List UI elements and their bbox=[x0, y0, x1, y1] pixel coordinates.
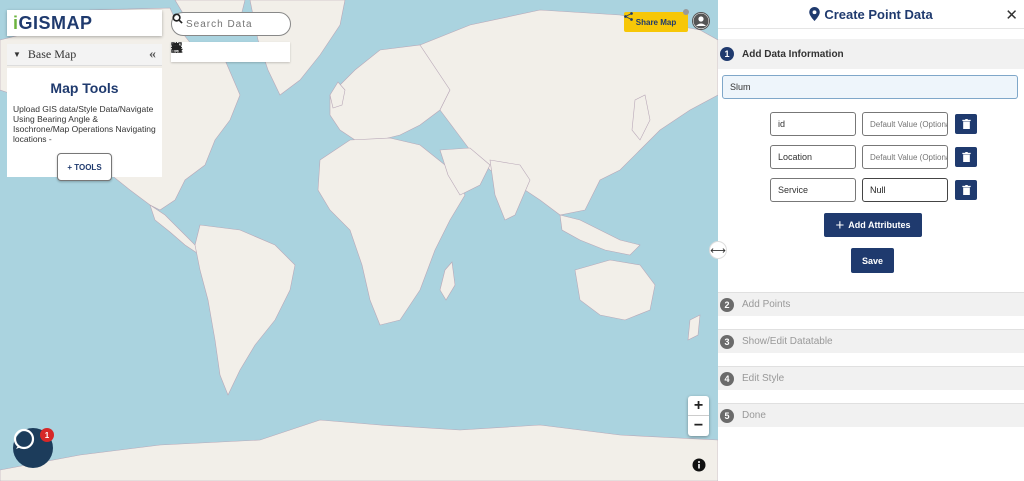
step-number: 3 bbox=[720, 334, 734, 349]
plus-icon: + bbox=[835, 216, 845, 234]
attribute-default-input[interactable] bbox=[862, 178, 948, 202]
step-number: 1 bbox=[720, 47, 734, 61]
collapse-sidebar-icon[interactable]: « bbox=[149, 47, 156, 63]
delete-attribute-button[interactable] bbox=[955, 147, 977, 167]
create-point-panel: Create Point Data ✕ 1 Add Data Informati… bbox=[718, 0, 1024, 481]
search-input[interactable] bbox=[186, 18, 270, 30]
panel-header: Create Point Data ✕ bbox=[718, 0, 1024, 29]
add-attributes-label: Add Attributes bbox=[848, 220, 911, 230]
attribute-row bbox=[770, 112, 977, 136]
trash-icon bbox=[961, 185, 971, 195]
step-label: Add Points bbox=[742, 299, 791, 310]
zoom-search-icon[interactable] bbox=[171, 42, 247, 59]
layers-icon[interactable] bbox=[171, 45, 287, 59]
measure-icon[interactable] bbox=[171, 44, 267, 59]
map-tools-title: Map Tools bbox=[50, 80, 119, 96]
map-tools-description: Upload GIS data/Style Data/Navigate Usin… bbox=[13, 104, 156, 144]
map-toolbar bbox=[171, 42, 290, 62]
attribute-default-input[interactable] bbox=[862, 145, 948, 169]
search-box[interactable] bbox=[171, 12, 291, 36]
share-map-button[interactable]: Share Map bbox=[624, 12, 688, 32]
attribute-row bbox=[770, 145, 977, 169]
step-label: Show/Edit Datatable bbox=[742, 336, 833, 347]
attribute-row bbox=[770, 178, 977, 202]
basemap-toggle[interactable]: ▼ Base Map « bbox=[7, 44, 162, 66]
fullscreen-icon[interactable] bbox=[171, 42, 208, 59]
zoom-in-button[interactable]: + bbox=[688, 396, 709, 416]
step-1-body: + Add Attributes Save bbox=[718, 69, 1024, 289]
print-icon[interactable] bbox=[171, 42, 228, 59]
attribute-name-input[interactable] bbox=[770, 145, 856, 169]
logo[interactable]: iGISMAP bbox=[7, 10, 162, 36]
layer-name-input[interactable] bbox=[722, 75, 1018, 99]
step-show-edit-datatable[interactable]: 3 Show/Edit Datatable bbox=[718, 329, 1024, 353]
save-button[interactable]: Save bbox=[851, 248, 894, 273]
zoom-out-button[interactable]: − bbox=[688, 416, 709, 436]
share-map-label: Share Map bbox=[635, 17, 677, 27]
step-label: Add Data Information bbox=[742, 48, 844, 60]
trash-icon bbox=[961, 152, 971, 162]
step-add-data-information[interactable]: 1 Add Data Information bbox=[718, 39, 1024, 69]
panel-resize-handle[interactable]: ⟷ bbox=[709, 241, 727, 259]
basemap-label: Base Map bbox=[27, 47, 77, 61]
tools-button[interactable]: + TOOLS bbox=[57, 153, 112, 181]
step-label: Done bbox=[742, 410, 766, 421]
chat-icon bbox=[13, 428, 35, 450]
step-number: 2 bbox=[720, 297, 734, 312]
notification-dot bbox=[683, 9, 689, 15]
map-tools-panel: Map Tools Upload GIS data/Style Data/Nav… bbox=[7, 68, 162, 181]
zoom-control: + − bbox=[688, 396, 709, 436]
add-attributes-button[interactable]: + Add Attributes bbox=[824, 213, 922, 237]
step-number: 5 bbox=[720, 408, 734, 423]
panel-title: Create Point Data bbox=[824, 6, 933, 22]
delete-attribute-button[interactable] bbox=[955, 180, 977, 200]
logo-text: GISMAP bbox=[18, 12, 93, 33]
step-number: 4 bbox=[720, 371, 734, 386]
step-label: Edit Style bbox=[742, 373, 785, 384]
caret-down-icon: ▼ bbox=[13, 50, 21, 59]
map-canvas[interactable]: iGISMAP ▼ Base Map « Map Tools Upload GI… bbox=[0, 0, 718, 481]
step-edit-style[interactable]: 4 Edit Style bbox=[718, 366, 1024, 390]
attribute-default-input[interactable] bbox=[862, 112, 948, 136]
trash-icon bbox=[961, 119, 971, 129]
chat-badge: 1 bbox=[40, 428, 54, 442]
info-icon[interactable] bbox=[692, 458, 706, 472]
map-pin-icon bbox=[809, 7, 821, 21]
step-add-points[interactable]: 2 Add Points bbox=[718, 292, 1024, 316]
delete-attribute-button[interactable] bbox=[955, 114, 977, 134]
share-icon bbox=[624, 12, 633, 21]
user-account-icon[interactable] bbox=[692, 12, 710, 30]
step-done[interactable]: 5 Done bbox=[718, 403, 1024, 427]
attribute-name-input[interactable] bbox=[770, 112, 856, 136]
attribute-name-input[interactable] bbox=[770, 178, 856, 202]
close-icon[interactable]: ✕ bbox=[1005, 6, 1018, 24]
